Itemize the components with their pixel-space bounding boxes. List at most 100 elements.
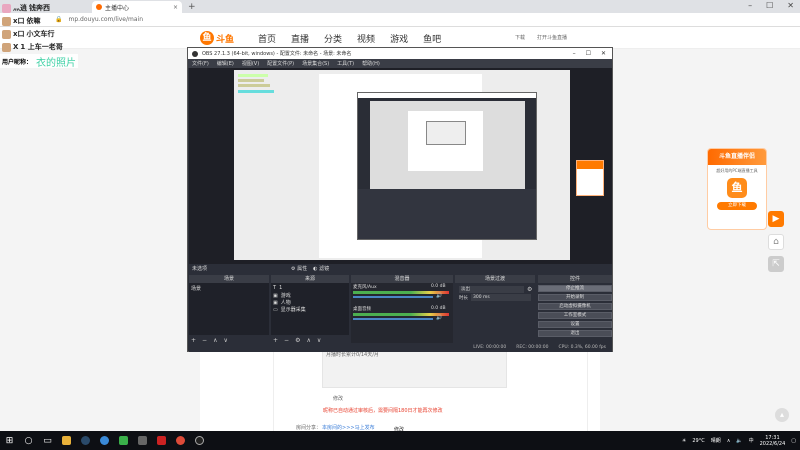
obs-taskbar-icon[interactable] bbox=[190, 431, 209, 450]
new-tab-icon[interactable]: + bbox=[188, 1, 196, 13]
chat-banner: 用户昵称： 衣的照片 bbox=[0, 54, 79, 69]
obs-minimize-icon[interactable]: – bbox=[573, 50, 576, 57]
cpu-status: CPU: 0.3%, 60.00 fps bbox=[558, 345, 607, 350]
settings-button[interactable]: 设置 bbox=[538, 321, 612, 328]
address-bar[interactable]: 🔒 mp.douyu.com/live/main bbox=[0, 13, 800, 27]
source-item[interactable]: ▣ 游戏 bbox=[273, 292, 291, 300]
close-tab-icon[interactable]: × bbox=[173, 4, 178, 11]
source-item[interactable]: ▣ 人物 bbox=[273, 299, 291, 307]
nav-category[interactable]: 分类 bbox=[324, 32, 342, 45]
nav-video[interactable]: 视频 bbox=[357, 32, 375, 45]
studio-mode-button[interactable]: 工作室模式 bbox=[538, 312, 612, 319]
fan-badge-icon bbox=[2, 3, 11, 13]
back-to-top-icon[interactable]: ▴ bbox=[775, 408, 789, 422]
windows-start-icon[interactable]: ⊞ bbox=[0, 431, 19, 450]
chat-prefix: 灬逍 bbox=[13, 4, 27, 12]
controls-dock-header: 控件 bbox=[538, 275, 612, 283]
task-view-icon[interactable]: ▭ bbox=[38, 431, 57, 450]
browser-tab[interactable]: 主播中心 × bbox=[92, 1, 182, 13]
share-side-icon[interactable]: ⇱ bbox=[768, 256, 784, 272]
speaker-icon[interactable]: 🔈 bbox=[736, 438, 742, 444]
nav-game[interactable]: 游戏 bbox=[390, 32, 408, 45]
modify-link[interactable]: 修改 bbox=[333, 395, 343, 402]
menu-edit[interactable]: 编辑(E) bbox=[217, 60, 234, 67]
nav-home[interactable]: 首页 bbox=[258, 32, 276, 45]
transition-settings-icon[interactable]: ⚙ bbox=[527, 286, 532, 293]
douyu-logo[interactable]: 鱼 斗鱼 bbox=[200, 30, 240, 46]
nav-live[interactable]: 直播 bbox=[291, 32, 309, 45]
chat-prefix: x口 bbox=[13, 17, 25, 25]
menu-scene-collection[interactable]: 场景集合(S) bbox=[302, 60, 329, 67]
duration-input[interactable]: 300 ms bbox=[471, 294, 531, 301]
download-link[interactable]: 下载 bbox=[515, 34, 525, 41]
obs-title: OBS 27.1.3 (64-bit, windows) - 配置文件: 未命名… bbox=[202, 51, 352, 57]
banner-label: 用户昵称： bbox=[2, 58, 33, 66]
menu-tools[interactable]: 工具(T) bbox=[337, 60, 354, 67]
notification-icon[interactable]: ▢ bbox=[791, 438, 796, 444]
mic-mute-icon[interactable]: 🔊 bbox=[436, 293, 442, 299]
scenes-list[interactable]: 场景 bbox=[189, 283, 269, 335]
rec-status: REC: 00:00:00 bbox=[516, 345, 549, 350]
filters-button[interactable]: ◐ 滤镜 bbox=[313, 265, 329, 272]
wechat-icon[interactable] bbox=[114, 431, 133, 450]
desktop-mute-icon[interactable]: 🔊 bbox=[436, 315, 442, 321]
fan-badge-icon bbox=[2, 16, 11, 26]
browser-icon[interactable] bbox=[95, 431, 114, 450]
note-link[interactable]: 本房间的>>>马上发布 bbox=[322, 424, 375, 431]
app-icon[interactable] bbox=[133, 431, 152, 450]
header-right: 下载 打开斗鱼直播 bbox=[515, 34, 567, 41]
virtual-camera-button[interactable]: 启动虚拟摄像机 bbox=[538, 303, 612, 310]
transitions-dock-header: 场景过渡 bbox=[455, 275, 535, 283]
weather-temp[interactable]: 29°C bbox=[692, 438, 704, 444]
scene-item[interactable]: 场景 bbox=[189, 283, 269, 294]
douyu-app-icon[interactable] bbox=[152, 431, 171, 450]
chrome-icon[interactable] bbox=[171, 431, 190, 450]
menu-view[interactable]: 视图(V) bbox=[242, 60, 259, 67]
start-recording-button[interactable]: 开始录制 bbox=[538, 294, 612, 301]
promo-download-button[interactable]: 立即下载 bbox=[717, 202, 757, 210]
source-item[interactable]: ▭ 显示器采集 bbox=[273, 306, 306, 314]
download-promo-card: 斗鱼直播伴侣 超好用的PC端直播工具 鱼 立即下载 bbox=[707, 148, 767, 230]
file-explorer-icon[interactable] bbox=[57, 431, 76, 450]
obs-title-bar: OBS 27.1.3 (64-bit, windows) - 配置文件: 未命名… bbox=[188, 48, 612, 59]
obs-maximize-icon[interactable]: ☐ bbox=[586, 50, 591, 57]
note-label: 房间分享： bbox=[296, 425, 322, 431]
maximize-icon[interactable]: ☐ bbox=[766, 1, 773, 10]
minimize-icon[interactable]: – bbox=[748, 1, 752, 10]
mic-volume-slider[interactable] bbox=[353, 296, 433, 298]
obs-menu-bar: 文件(F) 编辑(E) 视图(V) 配置文件(P) 场景集合(S) 工具(T) … bbox=[188, 59, 612, 68]
open-app-link[interactable]: 打开斗鱼直播 bbox=[537, 34, 567, 41]
mic-db: 0.0 dB bbox=[431, 284, 446, 289]
desktop-meter bbox=[353, 313, 449, 316]
tray-arrow-icon[interactable]: ∧ bbox=[727, 438, 731, 444]
obs-preview[interactable] bbox=[189, 68, 612, 264]
obs-close-icon[interactable]: ✕ bbox=[601, 50, 606, 57]
play-side-icon[interactable]: ▶ bbox=[768, 211, 784, 227]
promo-title: 斗鱼直播伴侣 bbox=[708, 149, 766, 165]
menu-profile[interactable]: 配置文件(P) bbox=[267, 60, 294, 67]
input-lang[interactable]: 中 bbox=[749, 437, 754, 444]
home-side-icon[interactable]: ⌂ bbox=[768, 234, 784, 250]
search-icon[interactable]: ○ bbox=[19, 431, 38, 450]
props-button[interactable]: ⚙ 属性 bbox=[291, 265, 307, 272]
close-window-icon[interactable]: ✕ bbox=[787, 1, 794, 10]
scene-header: 未选项 ⚙ 属性 ◐ 滤镜 bbox=[189, 264, 612, 273]
clock[interactable]: 17:31 2022/6/24 bbox=[760, 435, 786, 447]
nested-canvas bbox=[370, 101, 525, 189]
menu-help[interactable]: 帮助(H) bbox=[362, 60, 380, 67]
stop-stream-button[interactable]: 停止推流 bbox=[538, 285, 612, 292]
desktop-volume-slider[interactable] bbox=[353, 318, 433, 320]
url-text[interactable]: mp.douyu.com/live/main bbox=[68, 16, 143, 23]
menu-file[interactable]: 文件(F) bbox=[192, 60, 209, 67]
preview-promo bbox=[576, 160, 604, 196]
promo-desc: 超好用的PC端直播工具 bbox=[716, 168, 758, 173]
source-item[interactable]: T1 bbox=[273, 285, 282, 291]
lock-icon: 🔒 bbox=[55, 16, 63, 23]
transition-select[interactable]: 淡出 bbox=[459, 286, 524, 293]
nav-yuba[interactable]: 鱼吧 bbox=[423, 32, 441, 45]
desktop-audio-label: 桌面音频 bbox=[353, 307, 371, 312]
nested-obs-window bbox=[357, 92, 537, 240]
exit-button[interactable]: 退出 bbox=[538, 330, 612, 337]
steam-icon[interactable] bbox=[76, 431, 95, 450]
system-tray: ☀ 29°C 晴朗 ∧ 🔈 中 17:31 2022/6/24 ▢ bbox=[682, 431, 796, 450]
